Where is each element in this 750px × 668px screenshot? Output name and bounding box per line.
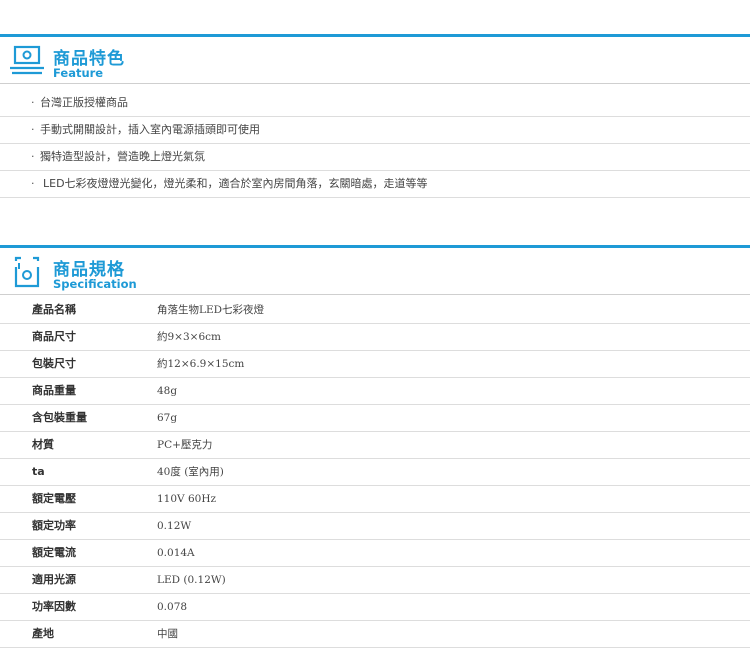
spec-key: 額定電流 (32, 546, 76, 559)
spec-value: LED (0.12W) (157, 574, 226, 586)
feature-item: · LED七彩夜燈燈光變化，燈光柔和，適合於室內房間角落，玄關暗處，走道等等 (0, 171, 750, 198)
spec-value: 40度 (室內用) (157, 466, 224, 478)
feature-list: · 台灣正版授權商品 · 手動式開關設計，插入室內電源插頭即可使用 · 獨特造型… (0, 90, 750, 198)
spec-value: 約12×6.9×15cm (157, 358, 245, 370)
spec-key: 產地 (32, 627, 54, 640)
spec-row: 功率因數 0.078 (0, 594, 750, 621)
bullet-dot-icon: · (31, 177, 35, 190)
spec-row: 產地 中國 (0, 621, 750, 648)
spec-table: 產品名稱 角落生物LED七彩夜燈 商品尺寸 約9×3×6cm 包裝尺寸 約12×6.9… (0, 297, 750, 648)
feature-item-text: LED七彩夜燈燈光變化，燈光柔和，適合於室內房間角落，玄關暗處，走道等等 (43, 177, 428, 190)
spec-value: 0.12W (157, 520, 192, 532)
feature-header: 商品特色 Feature (0, 34, 750, 84)
spec-key: ta (32, 465, 45, 478)
spec-row: 商品重量 48g (0, 378, 750, 405)
spec-row: 材質 PC+壓克力 (0, 432, 750, 459)
spec-row: 適用光源 LED (0.12W) (0, 567, 750, 594)
feature-subtitle: Feature (53, 66, 104, 80)
display-stand-icon (8, 44, 46, 78)
spec-value: 48g (157, 385, 178, 397)
spec-key: 材質 (32, 438, 54, 451)
spec-key: 商品重量 (32, 384, 76, 397)
spec-key: 適用光源 (32, 573, 76, 586)
spec-row: 包裝尺寸 約12×6.9×15cm (0, 351, 750, 378)
spec-row: 額定功率 0.12W (0, 513, 750, 540)
spec-row: 額定電壓 110V 60Hz (0, 486, 750, 513)
feature-item: · 手動式開關設計，插入室內電源插頭即可使用 (0, 117, 750, 144)
feature-item: · 台灣正版授權商品 (0, 90, 750, 117)
spec-value: 0.078 (157, 601, 188, 613)
spec-row: 商品尺寸 約9×3×6cm (0, 324, 750, 351)
spec-row: 含包裝重量 67g (0, 405, 750, 432)
spec-row: ta 40度 (室內用) (0, 459, 750, 486)
spec-key: 額定電壓 (32, 492, 76, 505)
bullet-dot-icon: · (31, 123, 35, 136)
spec-key: 產品名稱 (32, 303, 76, 316)
spec-value: 約9×3×6cm (157, 331, 221, 343)
feature-item-text: 手動式開關設計，插入室內電源插頭即可使用 (40, 123, 260, 136)
framed-circle-icon (8, 255, 46, 289)
spec-value: 67g (157, 412, 178, 424)
spec-row: 產品名稱 角落生物LED七彩夜燈 (0, 297, 750, 324)
spec-row: 額定電流 0.014A (0, 540, 750, 567)
spec-key: 額定功率 (32, 519, 76, 532)
feature-item: · 獨特造型設計，營造晚上燈光氣氛 (0, 144, 750, 171)
spec-value: 角落生物LED七彩夜燈 (157, 304, 265, 316)
spec-value: 0.014A (157, 547, 195, 559)
feature-item-text: 獨特造型設計，營造晚上燈光氣氛 (40, 150, 205, 163)
bullet-dot-icon: · (31, 150, 35, 163)
spec-value: 110V 60Hz (157, 493, 217, 505)
spec-key: 包裝尺寸 (32, 357, 76, 370)
spec-subtitle: Specification (53, 277, 137, 291)
spec-value: 中國 (157, 628, 178, 640)
bullet-dot-icon: · (31, 96, 35, 109)
feature-item-text: 台灣正版授權商品 (40, 96, 128, 109)
spec-key: 商品尺寸 (32, 330, 76, 343)
spec-key: 功率因數 (32, 600, 76, 613)
spec-header: 商品規格 Specification (0, 245, 750, 295)
spec-key: 含包裝重量 (32, 411, 87, 424)
spec-value: PC+壓克力 (157, 439, 213, 451)
